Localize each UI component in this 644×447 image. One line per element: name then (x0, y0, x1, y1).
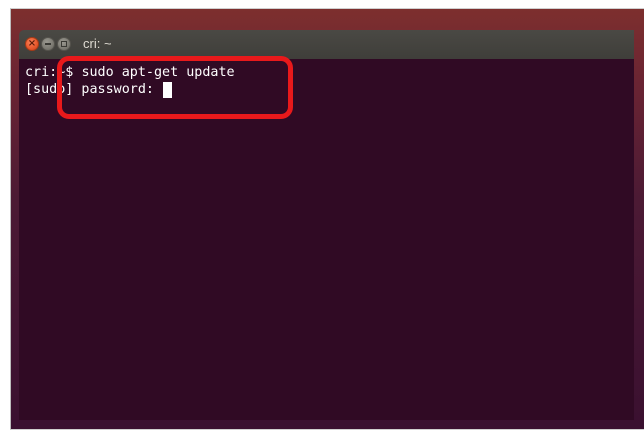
minimize-icon (45, 43, 51, 45)
maximize-button[interactable] (57, 37, 71, 51)
minimize-button[interactable] (41, 37, 55, 51)
screenshot-frame: × cri: ~ cri:~$ sudo apt-get update [sud… (0, 0, 644, 447)
close-icon: × (27, 38, 37, 49)
window-title: cri: ~ (83, 36, 112, 51)
highlight-annotation (57, 56, 293, 119)
close-button[interactable]: × (25, 37, 39, 51)
maximize-icon (61, 41, 67, 47)
terminal-titlebar[interactable]: × cri: ~ (19, 30, 634, 59)
